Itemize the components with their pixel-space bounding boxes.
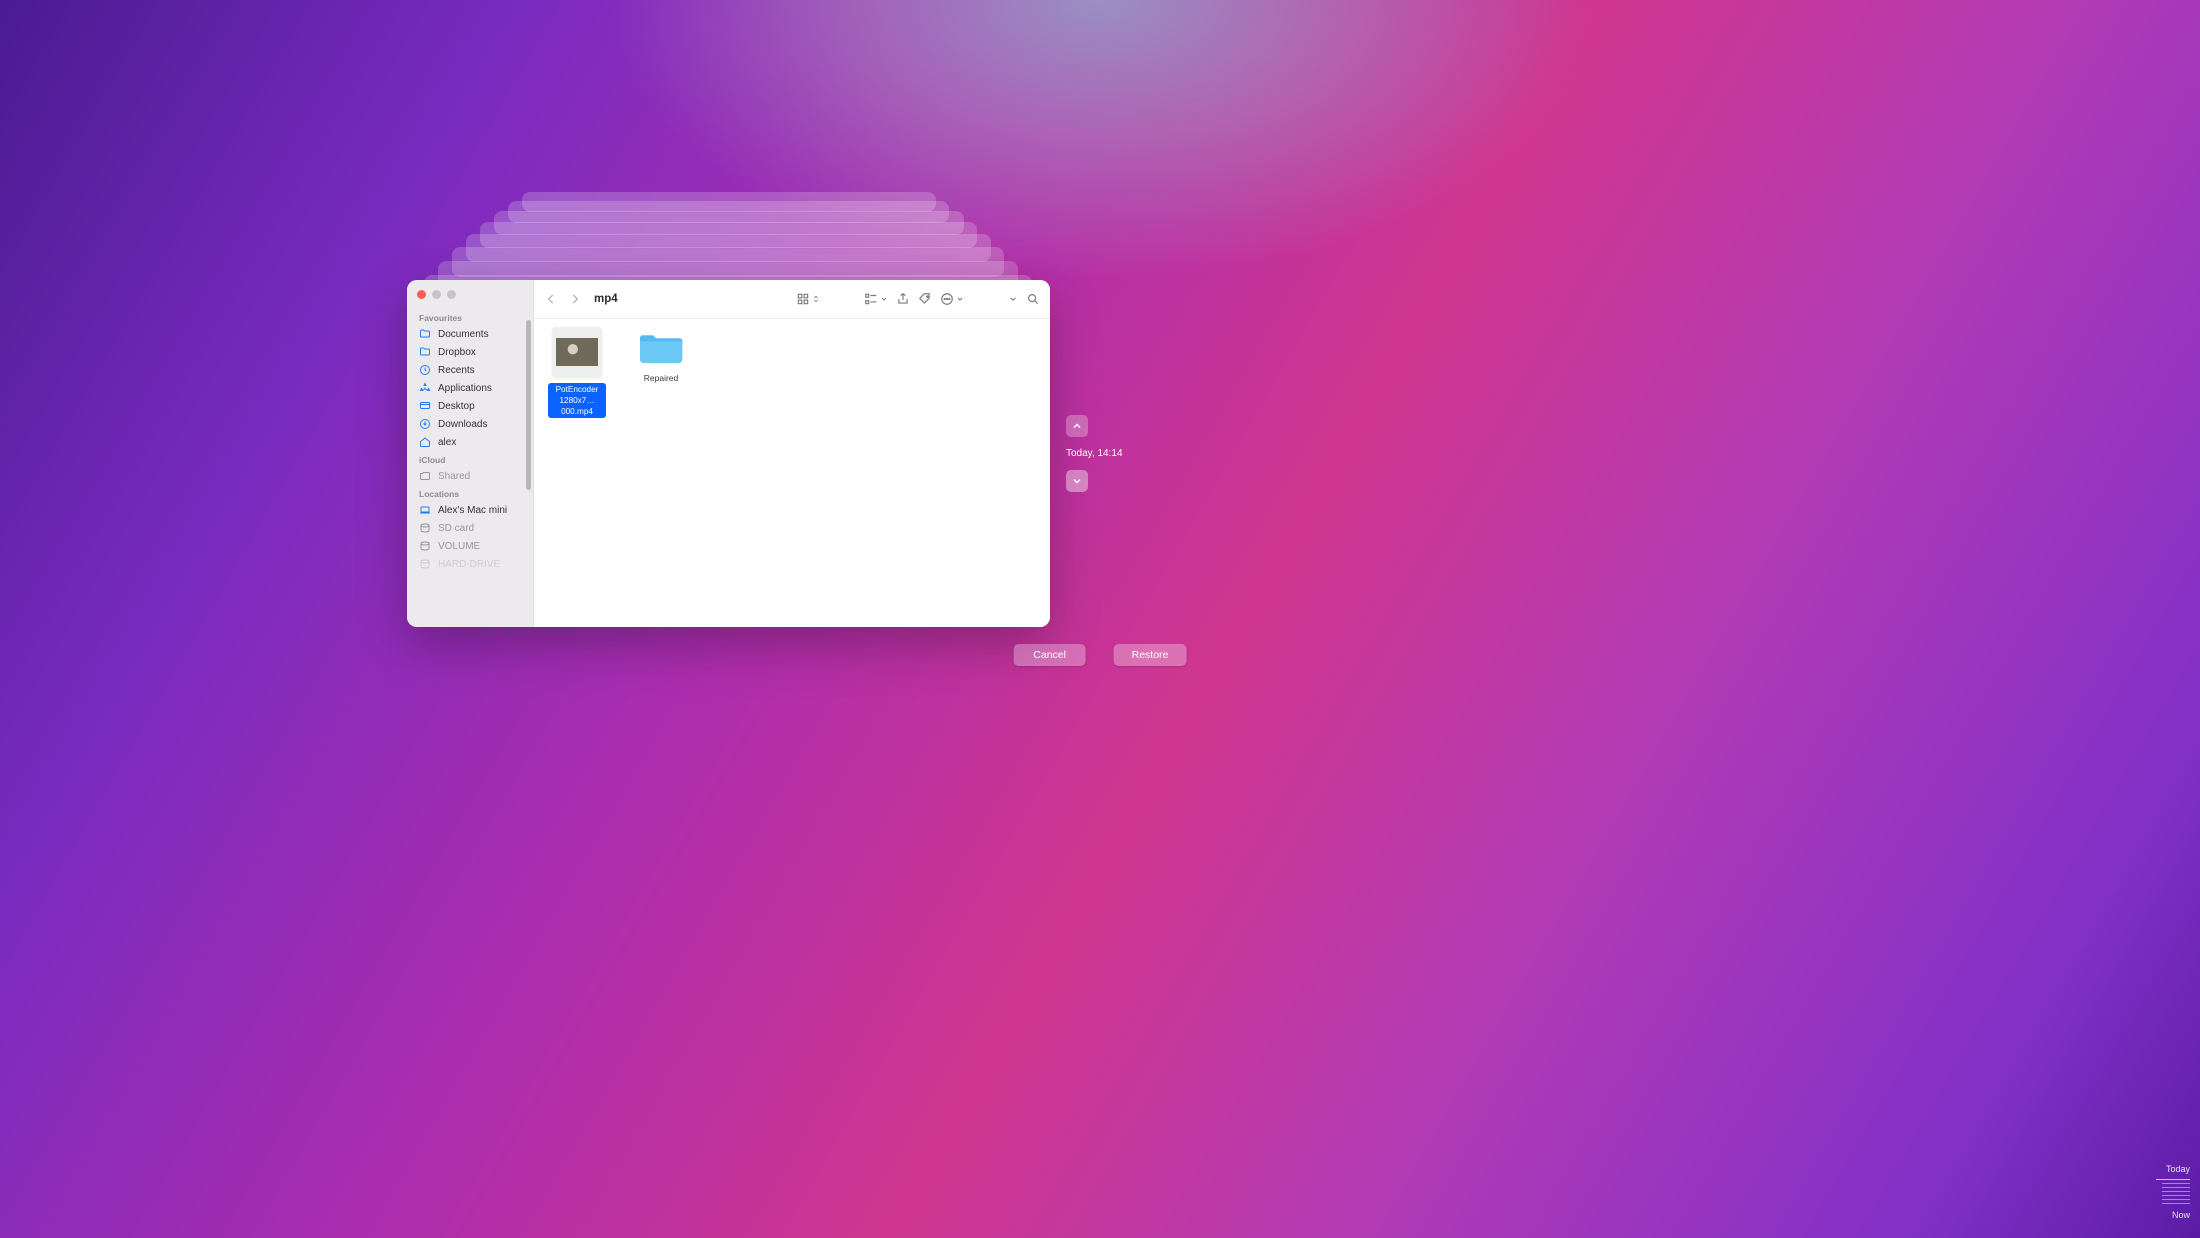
sidebar: Favourites Documents Dropbox Recents App… [407,280,534,627]
disk-icon [419,540,431,552]
view-mode-button[interactable] [796,292,820,306]
action-bar: Cancel Restore [1014,644,1187,666]
sidebar-item-harddrive[interactable]: HARD-DRIVE [407,555,533,573]
nav-back-button[interactable] [544,292,558,306]
sidebar-item-label: Downloads [438,419,487,430]
folder-icon [637,327,685,367]
sidebar-scrollbar[interactable] [526,320,531,490]
sidebar-item-label: Desktop [438,401,475,412]
timeline-prev-button[interactable] [1066,415,1088,437]
sidebar-item-label: Dropbox [438,347,476,358]
file-grid: PotEncoder1280x7…000.mp4 Repaired [534,319,1050,627]
dropdown-chevron-icon[interactable] [1008,294,1018,304]
sidebar-item-home[interactable]: alex [407,433,533,451]
timeline-tick [2162,1195,2190,1196]
nav-forward-button[interactable] [568,292,582,306]
timeline-tick [2162,1199,2190,1200]
group-button[interactable] [864,292,888,306]
sidebar-item-label: Shared [438,471,470,482]
sidebar-item-label: alex [438,437,456,448]
sidebar-heading-locations: Locations [407,485,533,501]
laptop-icon [419,504,431,516]
sidebar-item-recents[interactable]: Recents [407,361,533,379]
minimize-window-button[interactable] [432,290,441,299]
more-button[interactable] [940,292,964,306]
timeline-tick [2162,1187,2190,1188]
sidebar-item-documents[interactable]: Documents [407,325,533,343]
fullscreen-window-button[interactable] [447,290,456,299]
sidebar-item-applications[interactable]: Applications [407,379,533,397]
sidebar-item-sdcard[interactable]: SD card [407,519,533,537]
sidebar-item-label: Documents [438,329,489,340]
timeline-label-today: Today [2166,1164,2190,1174]
timeline-navigator: Today, 14:14 [1066,415,1136,492]
file-item-video[interactable]: PotEncoder1280x7…000.mp4 [548,327,606,418]
timeline-current-label: Today, 14:14 [1066,448,1123,459]
sidebar-heading-favourites: Favourites [407,309,533,325]
sidebar-item-desktop[interactable]: Desktop [407,397,533,415]
video-thumbnail [552,327,602,377]
sidebar-item-label: Alex's Mac mini [438,505,507,516]
sidebar-item-mac-mini[interactable]: Alex's Mac mini [407,501,533,519]
share-button[interactable] [896,292,910,306]
close-window-button[interactable] [417,290,426,299]
sidebar-item-label: HARD-DRIVE [438,559,500,570]
folder-icon [419,400,431,412]
timeline-tick [2156,1179,2190,1180]
sidebar-item-label: Applications [438,383,492,394]
home-icon [419,436,431,448]
file-name-selected: PotEncoder1280x7…000.mp4 [548,383,606,418]
sidebar-item-downloads[interactable]: Downloads [407,415,533,433]
sidebar-heading-icloud: iCloud [407,451,533,467]
disk-icon [419,558,431,570]
apps-icon [419,382,431,394]
folder-icon [419,346,431,358]
window-controls [407,290,533,309]
file-name: Repaired [644,373,679,383]
timeline-ruler[interactable]: Today Now [2130,1164,2190,1222]
disk-icon [419,522,431,534]
timeline-tick [2162,1183,2190,1184]
download-icon [419,418,431,430]
search-button[interactable] [1026,292,1040,306]
desktop-background [0,0,2200,1238]
timeline-label-now: Now [2172,1210,2190,1220]
sidebar-item-label: VOLUME [438,541,480,552]
sidebar-item-dropbox[interactable]: Dropbox [407,343,533,361]
timeline-tick [2162,1203,2190,1204]
shared-icon [419,470,431,482]
cancel-button[interactable]: Cancel [1014,644,1086,666]
restore-button[interactable]: Restore [1114,644,1187,666]
finder-window: Favourites Documents Dropbox Recents App… [407,280,1050,627]
sidebar-item-label: Recents [438,365,475,376]
timeline-next-button[interactable] [1066,470,1088,492]
timeline-tick [2162,1191,2190,1192]
toolbar: mp4 [534,280,1050,319]
sidebar-item-volume[interactable]: VOLUME [407,537,533,555]
tags-button[interactable] [918,292,932,306]
file-item-folder[interactable]: Repaired [632,327,690,383]
clock-icon [419,364,431,376]
sidebar-item-label: SD card [438,523,474,534]
folder-icon [419,328,431,340]
content-area: mp4 [534,280,1050,627]
window-title: mp4 [594,293,618,305]
sidebar-item-shared[interactable]: Shared [407,467,533,485]
